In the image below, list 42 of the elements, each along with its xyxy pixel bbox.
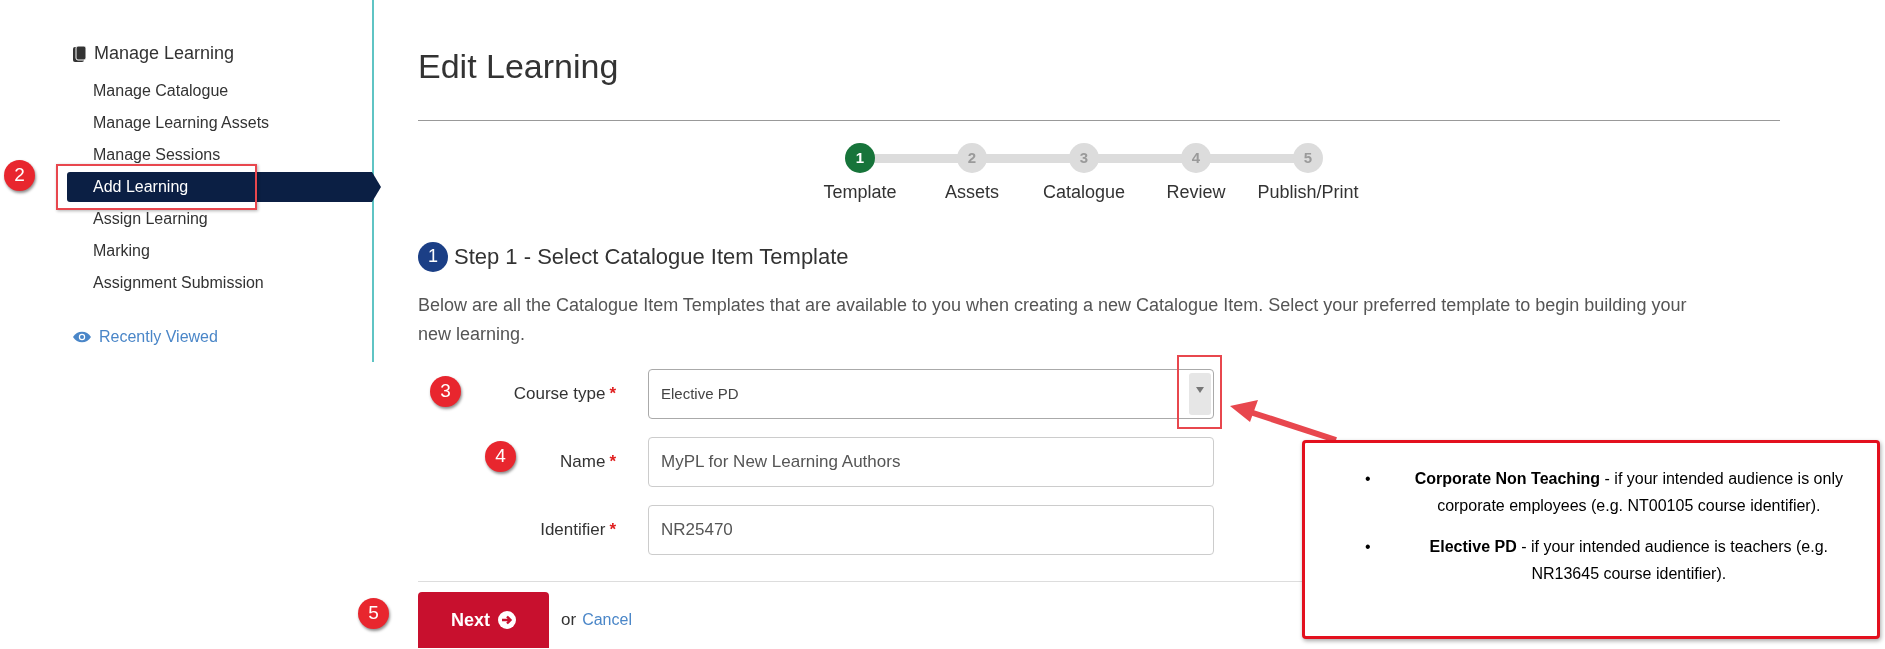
or-text: or	[561, 609, 577, 632]
cancel-link[interactable]: Cancel	[582, 608, 632, 632]
annotation-badge: 3	[430, 376, 461, 407]
text-field[interactable]: NR25470	[648, 505, 1214, 555]
step-label: Template	[823, 181, 897, 204]
step-heading: Step 1 - Select Catalogue Item Template	[454, 243, 849, 271]
field-label: Name	[560, 451, 606, 474]
next-button[interactable]: Next	[418, 592, 549, 648]
annotation-badge: 5	[358, 598, 389, 629]
eye-icon	[73, 331, 91, 343]
sidebar-item[interactable]: Assign Learning	[67, 203, 372, 235]
arrow-right-icon	[498, 611, 516, 629]
bullet-glyph: •	[1365, 469, 1371, 489]
recently-viewed-link[interactable]: Recently Viewed	[99, 325, 218, 349]
intro-text: Below are all the Catalogue Item Templates that are available to you when creating a new Catalogue Item. Select your preferred template to begin building your new learning.	[418, 294, 1688, 346]
step-label: Assets	[945, 181, 999, 204]
step-number-badge: 1	[418, 241, 448, 272]
sidebar-item[interactable]: Manage Sessions	[67, 139, 372, 171]
book-icon	[73, 45, 86, 62]
course-type-select[interactable]: Elective PD	[648, 369, 1214, 419]
required-mark: *	[609, 383, 616, 406]
sidebar-item[interactable]: Manage Catalogue	[67, 75, 372, 107]
caret-icon	[1189, 373, 1211, 415]
sidebar-item[interactable]: Assignment Submission	[67, 267, 372, 299]
callout-text: Corporate Non Teaching - if your intended audience is only corporate employees (e.g. NT00105 course identifier).	[1413, 469, 1844, 516]
annotation-badge: 2	[4, 160, 35, 191]
step-label: Catalogue	[1042, 181, 1126, 204]
annotation-badge: 4	[485, 441, 516, 472]
sidebar-item[interactable]: Manage Learning Assets	[67, 107, 372, 139]
text-field[interactable]: MyPL for New Learning Authors	[648, 437, 1214, 487]
field-label: Course type	[513, 383, 606, 406]
step-label: Publish/Print	[1257, 181, 1359, 204]
bullet-glyph: •	[1365, 537, 1371, 557]
callout-text: Elective PD - if your intended audience is teachers (e.g. NR13645 course identifier).	[1428, 537, 1830, 584]
field-label: Identifier	[540, 519, 606, 542]
sidebar-item[interactable]: Add Learning	[67, 172, 381, 202]
sidebar-heading: Manage Learning	[94, 42, 235, 65]
required-mark: *	[609, 451, 616, 474]
sidebar-item[interactable]: Marking	[67, 235, 372, 267]
required-mark: *	[609, 519, 616, 542]
page-title: Edit Learning	[418, 46, 620, 87]
step-label: Review	[1166, 181, 1226, 204]
